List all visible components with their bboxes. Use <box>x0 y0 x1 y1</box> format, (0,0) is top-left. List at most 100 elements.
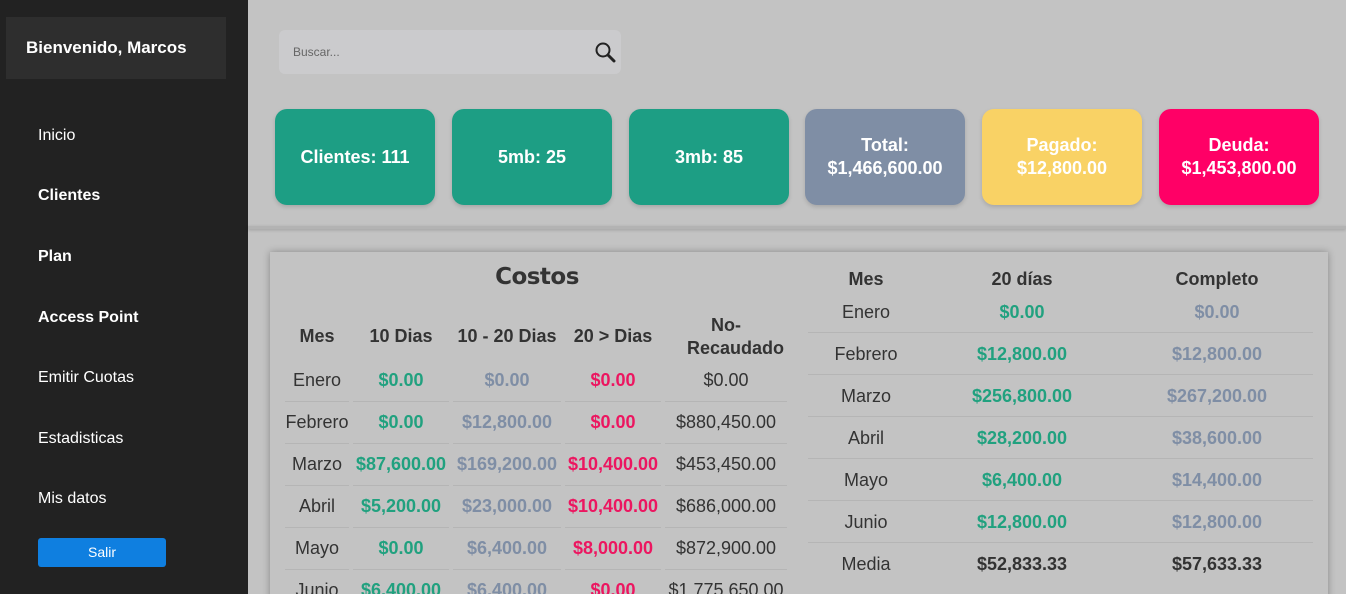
resumen-media-completo: $57,633.33 <box>1171 554 1263 574</box>
search-icon[interactable] <box>594 41 616 63</box>
row-divider <box>353 569 449 570</box>
search-input[interactable] <box>279 30 579 74</box>
resumen-cell: $14,400.00 <box>1171 470 1263 490</box>
row-divider <box>808 500 1313 501</box>
resumen-cell: Abril <box>847 428 884 448</box>
costos-cell: $10,400.00 <box>567 454 659 474</box>
row-divider <box>285 569 349 570</box>
row-divider <box>808 542 1313 543</box>
sidebar-item-mis-datos[interactable]: Mis datos <box>38 490 106 508</box>
costos-cell: $0.00 <box>703 370 749 390</box>
costos-cell: $12,800.00 <box>461 412 553 432</box>
row-divider <box>285 443 349 444</box>
row-divider <box>808 458 1313 459</box>
costos-cell: Enero <box>292 370 342 390</box>
costos-cell: Abril <box>298 496 335 516</box>
costos-cell: $0.00 <box>590 412 636 432</box>
costos-cell: $453,450.00 <box>675 454 777 474</box>
resumen-cell: $6,400.00 <box>981 470 1063 490</box>
costos-cell: $0.00 <box>378 538 424 558</box>
costos-cell: $23,000.00 <box>461 496 553 516</box>
resumen-cell: $256,800.00 <box>971 386 1073 406</box>
row-divider <box>665 485 787 486</box>
costos-cell: Junio <box>295 580 339 594</box>
row-divider <box>665 401 787 402</box>
costos-header-no-recaudado: No-Recaudado <box>687 315 785 358</box>
costos-cell: $10,400.00 <box>567 496 659 516</box>
card-clientes: Clientes: 111 <box>275 109 435 205</box>
card-pagado: Pagado: $12,800.00 <box>982 109 1142 205</box>
costos-cell: $0.00 <box>590 580 636 594</box>
costos-cell: $6,400.00 <box>466 538 548 558</box>
resumen-header-mes: Mes <box>848 269 884 289</box>
sidebar-item-inicio[interactable]: Inicio <box>38 127 75 145</box>
costos-header-10-dias: 10 Dias <box>369 326 433 346</box>
costos-cell: $686,000.00 <box>675 496 777 516</box>
costos-cell: $1,775,650.00 <box>668 580 784 594</box>
row-divider <box>285 401 349 402</box>
resumen-cell: Mayo <box>843 470 888 490</box>
row-divider <box>565 569 661 570</box>
costos-cell: $87,600.00 <box>355 454 447 474</box>
resumen-media-label: Media <box>841 554 891 574</box>
resumen-cell: Junio <box>844 512 888 532</box>
row-divider <box>665 569 787 570</box>
sidebar-item-clientes[interactable]: Clientes <box>38 187 100 205</box>
row-divider <box>453 527 561 528</box>
sidebar-item-estadisticas[interactable]: Estadisticas <box>38 430 123 448</box>
row-divider <box>565 527 661 528</box>
costos-cell: $5,200.00 <box>360 496 442 516</box>
row-divider <box>665 527 787 528</box>
costos-cell: $169,200.00 <box>456 454 558 474</box>
sidebar-item-emitir-cuotas[interactable]: Emitir Cuotas <box>38 369 134 387</box>
sidebar: Bienvenido, Marcos Inicio Clientes Plan … <box>0 0 248 594</box>
row-divider <box>808 416 1313 417</box>
costos-header-10-20-dias: 10 - 20 Dias <box>457 326 557 346</box>
row-divider <box>285 485 349 486</box>
sidebar-item-plan[interactable]: Plan <box>38 248 72 266</box>
costos-cell: Febrero <box>285 412 349 432</box>
resumen-cell: Marzo <box>840 386 891 406</box>
row-divider <box>453 443 561 444</box>
row-divider <box>565 485 661 486</box>
resumen-cell: $0.00 <box>1194 302 1240 322</box>
row-divider <box>808 332 1313 333</box>
costos-cell: Marzo <box>291 454 342 474</box>
logout-button[interactable]: Salir <box>38 538 166 567</box>
costos-cell: $0.00 <box>378 412 424 432</box>
resumen-media-20-dias: $52,833.33 <box>976 554 1068 574</box>
row-divider <box>353 527 449 528</box>
sidebar-item-access-point[interactable]: Access Point <box>38 309 138 327</box>
resumen-cell: $0.00 <box>999 302 1045 322</box>
costos-cell: $0.00 <box>378 370 424 390</box>
costos-cell: $6,400.00 <box>466 580 548 594</box>
costos-cell: Mayo <box>294 538 339 558</box>
row-divider <box>353 401 449 402</box>
costos-cell: $880,450.00 <box>675 412 777 432</box>
row-divider <box>453 485 561 486</box>
costos-header-mes: Mes <box>299 326 335 346</box>
card-deuda: Deuda: $1,453,800.00 <box>1159 109 1319 205</box>
row-divider <box>808 374 1313 375</box>
resumen-cell: $28,200.00 <box>976 428 1068 448</box>
row-divider <box>453 569 561 570</box>
costos-cell: $872,900.00 <box>675 538 777 558</box>
row-divider <box>353 485 449 486</box>
resumen-cell: $12,800.00 <box>1171 344 1263 364</box>
costos-cell: $6,400.00 <box>360 580 442 594</box>
resumen-header-completo: Completo <box>1175 269 1259 289</box>
resumen-cell: $12,800.00 <box>976 344 1068 364</box>
row-divider <box>665 443 787 444</box>
resumen-cell: $12,800.00 <box>976 512 1068 532</box>
resumen-cell: Enero <box>841 302 891 322</box>
costos-cell: $8,000.00 <box>572 538 654 558</box>
card-3mb: 3mb: 85 <box>629 109 789 205</box>
row-divider <box>353 443 449 444</box>
costos-header-20-dias: 20 > Dias <box>573 326 653 346</box>
welcome-title: Bienvenido, Marcos <box>6 17 226 79</box>
row-divider <box>565 401 661 402</box>
resumen-header-20-dias: 20 días <box>991 269 1053 289</box>
costos-cell: $0.00 <box>484 370 530 390</box>
header-divider <box>248 226 1346 229</box>
row-divider <box>453 401 561 402</box>
